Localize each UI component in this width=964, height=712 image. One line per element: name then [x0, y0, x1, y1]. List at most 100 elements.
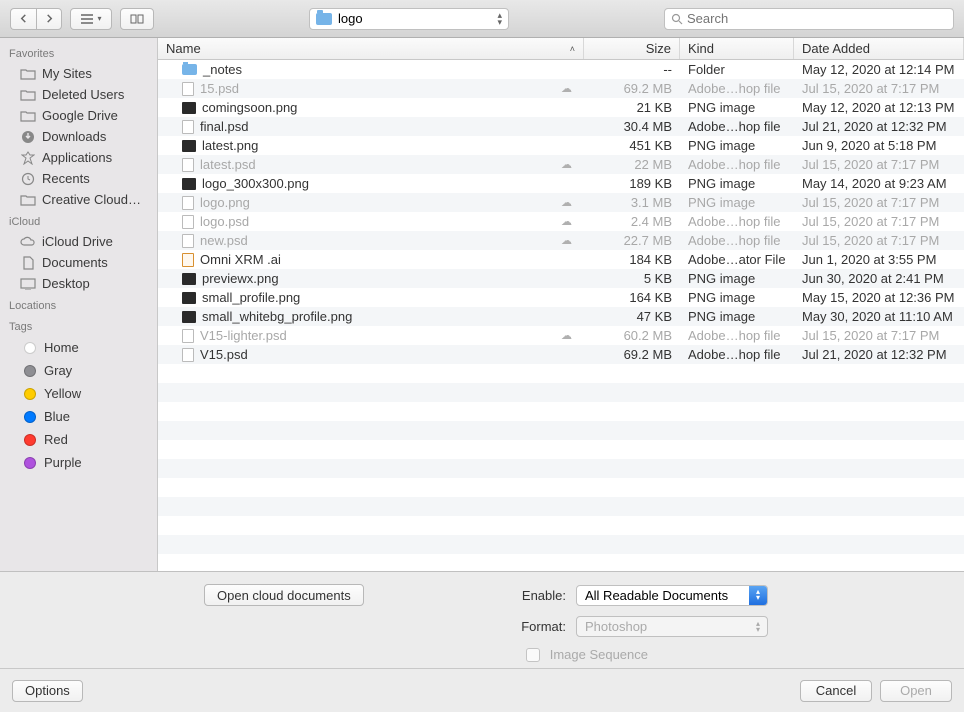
file-size: 2.4 MB	[584, 214, 680, 229]
open-button: Open	[880, 680, 952, 702]
file-row[interactable]: comingsoon.png21 KBPNG imageMay 12, 2020…	[158, 98, 964, 117]
enable-label: Enable:	[512, 588, 566, 603]
file-row[interactable]: Omni XRM .ai184 KBAdobe…ator FileJun 1, …	[158, 250, 964, 269]
path-popup[interactable]: logo ▴▾	[309, 8, 509, 30]
sidebar-item[interactable]: Recents	[0, 168, 157, 189]
file-icon	[182, 311, 196, 323]
search-box[interactable]	[664, 8, 954, 30]
col-kind[interactable]: Kind	[680, 38, 794, 59]
sidebar-item[interactable]: Deleted Users	[0, 84, 157, 105]
empty-row	[158, 383, 964, 402]
sidebar-item[interactable]: Creative Cloud…	[0, 189, 157, 210]
col-name[interactable]: Name˄	[158, 38, 584, 59]
tag-item[interactable]: Yellow	[0, 382, 157, 405]
group-button[interactable]	[120, 8, 154, 30]
sidebar-item[interactable]: Desktop	[0, 273, 157, 294]
sidebar-item-label: Desktop	[42, 276, 90, 291]
file-row[interactable]: small_profile.png164 KBPNG imageMay 15, …	[158, 288, 964, 307]
chevron-updown-icon: ▴▾	[497, 12, 502, 26]
toolbar: ▾ logo ▴▾	[0, 0, 964, 38]
empty-row	[158, 421, 964, 440]
file-icon	[182, 102, 196, 114]
file-name: previewx.png	[202, 271, 279, 286]
cloud-icon: ☁	[561, 196, 572, 209]
tag-item[interactable]: Gray	[0, 359, 157, 382]
tag-label: Yellow	[44, 386, 81, 401]
forward-button[interactable]	[36, 8, 62, 30]
folder-icon	[20, 110, 36, 122]
cancel-button[interactable]: Cancel	[800, 680, 872, 702]
file-kind: Adobe…hop file	[680, 328, 794, 343]
tag-dot-icon	[24, 457, 36, 469]
empty-row	[158, 364, 964, 383]
open-cloud-button[interactable]: Open cloud documents	[204, 584, 364, 606]
file-name: _notes	[203, 62, 242, 77]
options-button[interactable]: Options	[12, 680, 83, 702]
file-kind: PNG image	[680, 271, 794, 286]
chevron-updown-icon: ▴▾	[753, 621, 763, 633]
doc-icon	[20, 256, 36, 270]
file-name: Omni XRM .ai	[200, 252, 281, 267]
nav-buttons	[10, 8, 62, 30]
file-icon	[182, 348, 194, 362]
tag-dot-icon	[24, 365, 36, 377]
clock-icon	[20, 172, 36, 186]
file-row: new.psd☁22.7 MBAdobe…hop fileJul 15, 202…	[158, 231, 964, 250]
file-row[interactable]: small_whitebg_profile.png47 KBPNG imageM…	[158, 307, 964, 326]
file-row[interactable]: latest.png451 KBPNG imageJun 9, 2020 at …	[158, 136, 964, 155]
file-row: V15-lighter.psd☁60.2 MBAdobe…hop fileJul…	[158, 326, 964, 345]
sidebar-item-label: Creative Cloud…	[42, 192, 141, 207]
file-date: Jul 15, 2020 at 7:17 PM	[794, 195, 964, 210]
file-name: logo.png	[200, 195, 250, 210]
sidebar-item-label: Applications	[42, 150, 112, 165]
view-mode-button[interactable]: ▾	[70, 8, 112, 30]
file-date: Jul 15, 2020 at 7:17 PM	[794, 233, 964, 248]
sidebar-item[interactable]: Google Drive	[0, 105, 157, 126]
tag-label: Blue	[44, 409, 70, 424]
file-row[interactable]: final.psd30.4 MBAdobe…hop fileJul 21, 20…	[158, 117, 964, 136]
file-date: Jul 15, 2020 at 7:17 PM	[794, 328, 964, 343]
tag-label: Red	[44, 432, 68, 447]
sidebar-item-label: Documents	[42, 255, 108, 270]
file-date: Jun 9, 2020 at 5:18 PM	[794, 138, 964, 153]
sidebar-item-label: Downloads	[42, 129, 106, 144]
file-name: logo_300x300.png	[202, 176, 309, 191]
file-date: May 12, 2020 at 12:14 PM	[794, 62, 964, 77]
sidebar-item[interactable]: My Sites	[0, 63, 157, 84]
tag-dot-icon	[24, 342, 36, 354]
sidebar-item[interactable]: Documents	[0, 252, 157, 273]
tag-item[interactable]: Purple	[0, 451, 157, 474]
cloud-icon: ☁	[561, 234, 572, 247]
sidebar-item[interactable]: Downloads	[0, 126, 157, 147]
path-label: logo	[338, 11, 363, 26]
file-row: latest.psd☁22 MBAdobe…hop fileJul 15, 20…	[158, 155, 964, 174]
sidebar-item[interactable]: iCloud Drive	[0, 231, 157, 252]
file-kind: Folder	[680, 62, 794, 77]
file-icon	[182, 140, 196, 152]
col-size[interactable]: Size	[584, 38, 680, 59]
tag-item[interactable]: Blue	[0, 405, 157, 428]
tag-item[interactable]: Home	[0, 336, 157, 359]
tag-item[interactable]: Red	[0, 428, 157, 451]
file-name: latest.png	[202, 138, 258, 153]
folder-icon	[316, 13, 332, 25]
empty-row	[158, 478, 964, 497]
enable-select[interactable]: All Readable Documents ▴▾	[576, 585, 768, 606]
file-row: logo.psd☁2.4 MBAdobe…hop fileJul 15, 202…	[158, 212, 964, 231]
file-row[interactable]: previewx.png5 KBPNG imageJun 30, 2020 at…	[158, 269, 964, 288]
sidebar-item[interactable]: Applications	[0, 147, 157, 168]
sidebar-header: Locations	[0, 294, 157, 315]
back-button[interactable]	[10, 8, 36, 30]
sidebar-item-label: My Sites	[42, 66, 92, 81]
file-row[interactable]: V15.psd69.2 MBAdobe…hop fileJul 21, 2020…	[158, 345, 964, 364]
cloud-icon: ☁	[561, 158, 572, 171]
tag-dot-icon	[24, 434, 36, 446]
file-size: 189 KB	[584, 176, 680, 191]
file-date: May 15, 2020 at 12:36 PM	[794, 290, 964, 305]
file-row[interactable]: logo_300x300.png189 KBPNG imageMay 14, 2…	[158, 174, 964, 193]
file-row[interactable]: _notes--FolderMay 12, 2020 at 12:14 PM	[158, 60, 964, 79]
col-date[interactable]: Date Added	[794, 38, 964, 59]
file-kind: PNG image	[680, 290, 794, 305]
cloud-icon: ☁	[561, 329, 572, 342]
search-input[interactable]	[687, 11, 947, 26]
